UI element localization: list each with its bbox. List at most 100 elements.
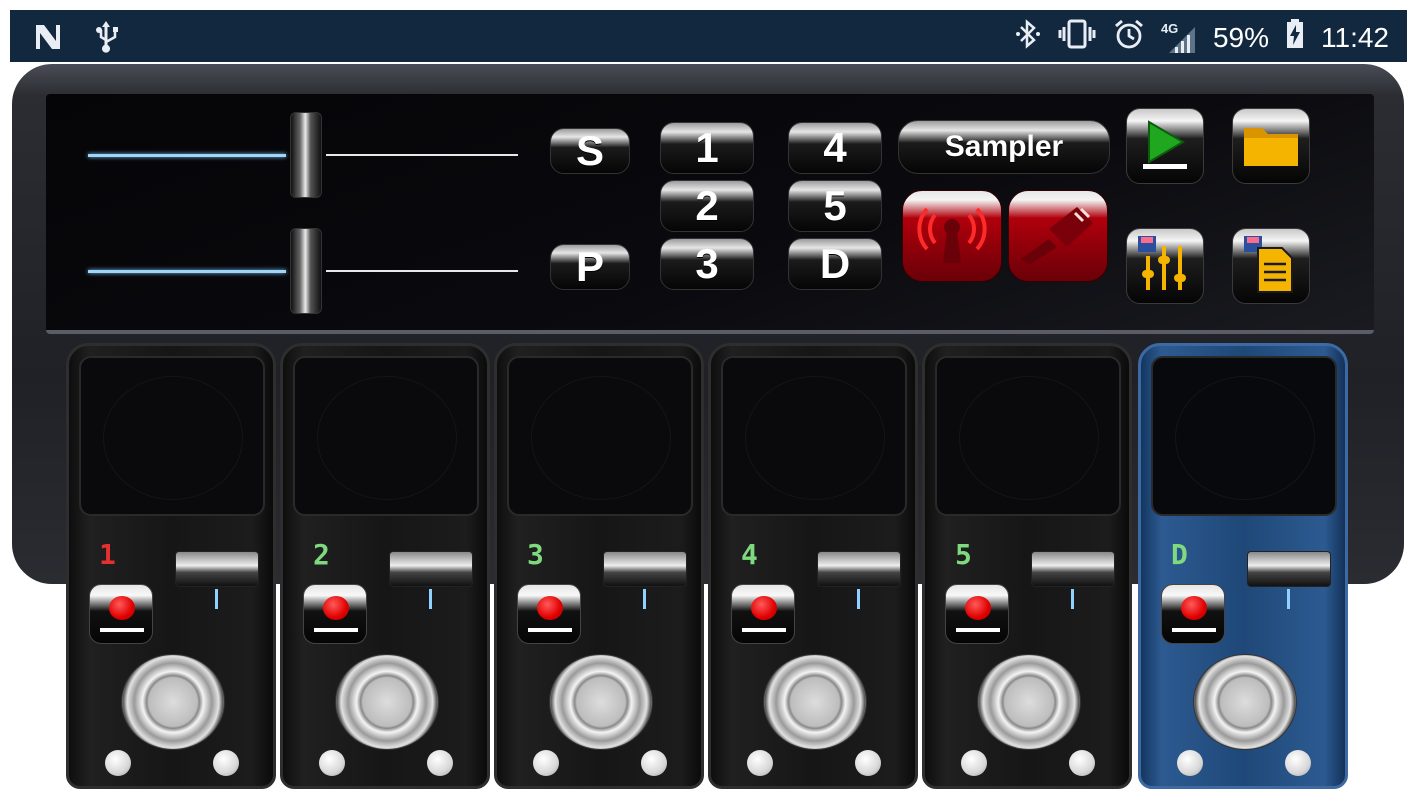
upper-volume-empty-track — [326, 154, 518, 156]
pedal-screen — [507, 356, 693, 516]
record-dot-icon — [751, 596, 777, 620]
record-button[interactable] — [731, 584, 795, 644]
usb-plug-icon — [1013, 199, 1103, 274]
screw-right — [641, 750, 667, 776]
footswitch-button[interactable] — [335, 654, 439, 750]
p-button[interactable]: P — [550, 243, 630, 290]
record-button[interactable] — [1161, 584, 1225, 644]
pedal-level-marker — [857, 589, 860, 609]
notification-n-icon — [32, 21, 64, 58]
pedal-screen-ring — [745, 376, 885, 500]
pedal-screen-ring — [1175, 376, 1315, 500]
record-bar — [1172, 628, 1216, 632]
pedal-level-fader[interactable] — [175, 551, 259, 587]
pedal-level-fader[interactable] — [817, 551, 901, 587]
pedal-level-fader[interactable] — [1031, 551, 1115, 587]
footswitch-button[interactable] — [1193, 654, 1297, 750]
record-dot-icon — [323, 596, 349, 620]
pedal-channel-label: 1 — [99, 538, 116, 571]
slot-5-button[interactable]: 5 — [788, 180, 882, 232]
record-button[interactable] — [945, 584, 1009, 644]
record-dot-icon — [1181, 596, 1207, 620]
screw-left — [105, 750, 131, 776]
play-icon — [1135, 116, 1195, 177]
battery-percent: 59% — [1212, 21, 1269, 53]
s-button[interactable]: S — [550, 127, 630, 174]
bluetooth-icon — [1015, 18, 1041, 57]
pedal-channel-label: 5 — [955, 538, 972, 571]
footswitch-button[interactable] — [763, 654, 867, 750]
folder-button[interactable] — [1232, 108, 1310, 184]
footswitch-button[interactable] — [977, 654, 1081, 750]
screw-left — [961, 750, 987, 776]
pedal-screen — [1151, 356, 1337, 516]
pedal-3[interactable]: 3 — [494, 343, 704, 789]
record-dot-icon — [537, 596, 563, 620]
upper-volume-slider[interactable] — [88, 112, 518, 202]
pedal-6[interactable]: D — [1138, 343, 1348, 789]
vibrate-icon — [1057, 18, 1097, 57]
save-mixer-button[interactable] — [1126, 228, 1204, 304]
record-bar — [956, 628, 1000, 632]
folder-icon — [1240, 118, 1302, 175]
control-display: S P 1 2 3 4 5 D Sampler — [46, 94, 1374, 334]
pedal-level-fader[interactable] — [1247, 551, 1331, 587]
record-button[interactable] — [303, 584, 367, 644]
signal-4g-icon: 4G — [1161, 21, 1197, 55]
lower-volume-slider[interactable] — [88, 228, 518, 318]
record-bar — [100, 628, 144, 632]
save-mixer-icon — [1134, 234, 1196, 299]
pedal-channel-label: 4 — [741, 538, 758, 571]
battery-charging-icon — [1285, 18, 1305, 57]
slot-4-button[interactable]: 4 — [788, 122, 882, 174]
record-bar — [528, 628, 572, 632]
screw-left — [533, 750, 559, 776]
slot-d-button[interactable]: D — [788, 238, 882, 290]
record-button[interactable] — [89, 584, 153, 644]
upper-volume-filled-track — [88, 154, 286, 157]
footswitch-button[interactable] — [549, 654, 653, 750]
pedal-channel-label: D — [1171, 538, 1188, 571]
status-bar: 4G 59% 11:42 — [10, 10, 1407, 62]
screw-right — [213, 750, 239, 776]
lower-volume-empty-track — [326, 270, 518, 272]
pedal-level-fader[interactable] — [603, 551, 687, 587]
pedal-1[interactable]: 1 — [66, 343, 276, 789]
pedal-screen-ring — [103, 376, 243, 500]
screw-right — [1285, 750, 1311, 776]
sampler-button[interactable]: Sampler — [898, 120, 1110, 174]
pedal-screen — [935, 356, 1121, 516]
record-dot-icon — [965, 596, 991, 620]
pedal-screen — [79, 356, 265, 516]
upper-volume-thumb[interactable] — [290, 112, 322, 198]
footswitch-button[interactable] — [121, 654, 225, 750]
play-button[interactable] — [1126, 108, 1204, 184]
pedal-screen — [721, 356, 907, 516]
status-left — [32, 19, 120, 60]
save-file-button[interactable] — [1232, 228, 1310, 304]
broadcast-tower-icon — [907, 199, 997, 274]
pedal-screen-ring — [531, 376, 671, 500]
slot-3-button[interactable]: 3 — [660, 238, 754, 290]
pedal-screen-ring — [317, 376, 457, 500]
record-button[interactable] — [517, 584, 581, 644]
broadcast-button[interactable] — [902, 190, 1002, 282]
clock-time: 11:42 — [1321, 21, 1389, 53]
pedal-channel-label: 2 — [313, 538, 330, 571]
lower-volume-thumb[interactable] — [290, 228, 322, 314]
usb-icon — [92, 19, 120, 60]
alarm-icon — [1113, 18, 1145, 57]
slot-1-button[interactable]: 1 — [660, 122, 754, 174]
pedal-2[interactable]: 2 — [280, 343, 490, 789]
slot-2-button[interactable]: 2 — [660, 180, 754, 232]
screw-left — [319, 750, 345, 776]
record-dot-icon — [109, 596, 135, 620]
pedal-level-marker — [1071, 589, 1074, 609]
status-right: 4G 59% 11:42 — [1015, 18, 1389, 57]
pedal-screen — [293, 356, 479, 516]
pedal-4[interactable]: 4 — [708, 343, 918, 789]
pedal-level-fader[interactable] — [389, 551, 473, 587]
record-bar — [314, 628, 358, 632]
pedal-5[interactable]: 5 — [922, 343, 1132, 789]
usb-button[interactable] — [1008, 190, 1108, 282]
